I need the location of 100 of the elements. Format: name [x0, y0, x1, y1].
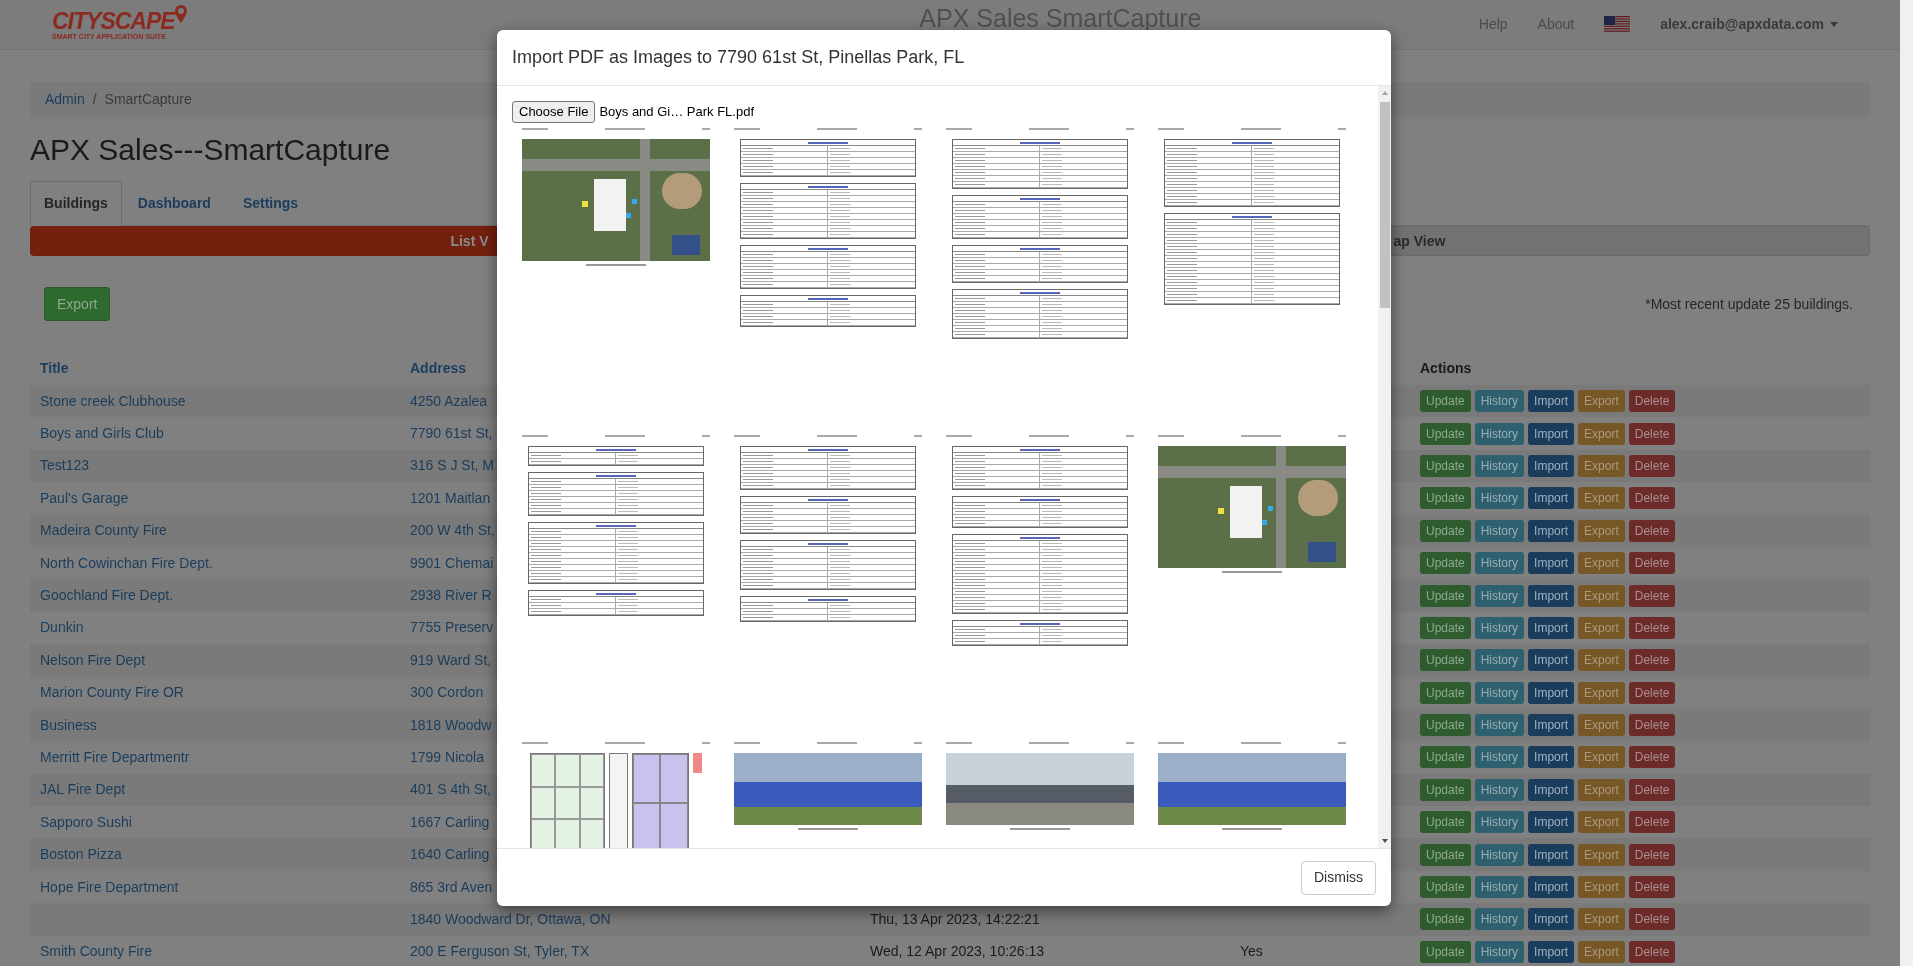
export-button[interactable]: Export	[1578, 778, 1625, 801]
update-button[interactable]: Update	[1420, 714, 1471, 737]
history-button[interactable]: History	[1474, 681, 1525, 704]
update-button[interactable]: Update	[1420, 390, 1471, 413]
address-cell[interactable]: 7790 61st St,	[410, 425, 493, 442]
tab[interactable]: Dashboard	[121, 181, 227, 225]
delete-button[interactable]: Delete	[1628, 876, 1676, 899]
breadcrumb-link[interactable]: Admin	[45, 89, 85, 110]
address-cell[interactable]: 1840 Woodward Dr, Ottawa, ON	[410, 910, 611, 927]
us-flag-icon[interactable]	[1604, 16, 1631, 33]
history-button[interactable]: History	[1474, 649, 1525, 672]
delete-button[interactable]: Delete	[1628, 843, 1676, 866]
delete-button[interactable]: Delete	[1628, 519, 1676, 542]
address-cell[interactable]: 1818 Woodw	[410, 716, 492, 733]
update-button[interactable]: Update	[1420, 584, 1471, 607]
title-cell[interactable]: Hope Fire Department	[40, 878, 179, 895]
delete-button[interactable]: Delete	[1628, 552, 1676, 575]
history-button[interactable]: History	[1474, 422, 1525, 445]
import-button[interactable]: Import	[1528, 422, 1575, 445]
import-button[interactable]: Import	[1528, 681, 1575, 704]
history-button[interactable]: History	[1474, 487, 1525, 510]
address-cell[interactable]: 4250 Azalea	[410, 392, 488, 409]
address-cell[interactable]: 7755 Preserv	[410, 619, 494, 636]
title-cell[interactable]: JAL Fire Dept	[40, 781, 126, 798]
update-button[interactable]: Update	[1420, 843, 1471, 866]
export-button[interactable]: Export	[1578, 843, 1625, 866]
history-button[interactable]: History	[1474, 552, 1525, 575]
update-button[interactable]: Update	[1420, 552, 1471, 575]
import-button[interactable]: Import	[1528, 390, 1575, 413]
import-button[interactable]: Import	[1528, 616, 1575, 639]
import-button[interactable]: Import	[1528, 584, 1575, 607]
export-button[interactable]: Export	[1578, 714, 1625, 737]
dismiss-button[interactable]: Dismiss	[1301, 860, 1376, 895]
address-cell[interactable]: 300 Cordon	[410, 684, 484, 701]
delete-button[interactable]: Delete	[1628, 811, 1676, 834]
export-button[interactable]: Export	[1578, 616, 1625, 639]
history-button[interactable]: History	[1474, 584, 1525, 607]
history-button[interactable]: History	[1474, 843, 1525, 866]
update-button[interactable]: Update	[1420, 454, 1471, 477]
title-cell[interactable]: Boston Pizza	[40, 846, 122, 863]
delete-button[interactable]: Delete	[1628, 454, 1676, 477]
tab[interactable]: Settings	[226, 181, 315, 225]
export-button[interactable]: Export	[1578, 876, 1625, 899]
title-cell[interactable]: Nelson Fire Dept	[40, 651, 146, 668]
history-button[interactable]: History	[1474, 616, 1525, 639]
delete-button[interactable]: Delete	[1628, 746, 1676, 769]
import-button[interactable]: Import	[1528, 908, 1575, 931]
delete-button[interactable]: Delete	[1628, 940, 1676, 963]
import-button[interactable]: Import	[1528, 778, 1575, 801]
export-button[interactable]: Export	[1578, 519, 1625, 542]
import-button[interactable]: Import	[1528, 714, 1575, 737]
history-button[interactable]: History	[1474, 778, 1525, 801]
delete-button[interactable]: Delete	[1628, 487, 1676, 510]
import-button[interactable]: Import	[1528, 519, 1575, 542]
address-cell[interactable]: 200 W 4th St,	[410, 522, 495, 539]
title-cell[interactable]: Paul's Garage	[40, 489, 129, 506]
address-cell[interactable]: 316 S J St, M	[410, 457, 495, 474]
update-button[interactable]: Update	[1420, 681, 1471, 704]
title-cell[interactable]: Business	[40, 716, 97, 733]
import-button[interactable]: Import	[1528, 746, 1575, 769]
update-button[interactable]: Update	[1420, 422, 1471, 445]
import-button[interactable]: Import	[1528, 876, 1575, 899]
history-button[interactable]: History	[1474, 940, 1525, 963]
dialog-scrollbar[interactable]	[1378, 86, 1391, 848]
update-button[interactable]: Update	[1420, 811, 1471, 834]
delete-button[interactable]: Delete	[1628, 390, 1676, 413]
delete-button[interactable]: Delete	[1628, 908, 1676, 931]
user-menu[interactable]: alex.craib@apxdata.com	[1660, 14, 1838, 35]
import-button[interactable]: Import	[1528, 649, 1575, 672]
delete-button[interactable]: Delete	[1628, 681, 1676, 704]
history-button[interactable]: History	[1474, 390, 1525, 413]
history-button[interactable]: History	[1474, 811, 1525, 834]
update-button[interactable]: Update	[1420, 908, 1471, 931]
export-button[interactable]: Export	[1578, 584, 1625, 607]
address-cell[interactable]: 865 3rd Aven	[410, 878, 493, 895]
title-cell[interactable]: Madeira County Fire	[40, 522, 167, 539]
address-cell[interactable]: 1640 Carling	[410, 846, 490, 863]
delete-button[interactable]: Delete	[1628, 584, 1676, 607]
export-button[interactable]: Export	[1578, 552, 1625, 575]
export-button[interactable]: Export	[1578, 811, 1625, 834]
export-button[interactable]: Export	[1578, 746, 1625, 769]
history-button[interactable]: History	[1474, 876, 1525, 899]
address-cell[interactable]: 9901 Chemai	[410, 554, 494, 571]
title-cell[interactable]: Test123	[40, 457, 90, 474]
update-button[interactable]: Update	[1420, 487, 1471, 510]
title-cell[interactable]: Sapporo Sushi	[40, 813, 132, 830]
page-scrollbar[interactable]	[1900, 0, 1913, 966]
import-button[interactable]: Import	[1528, 454, 1575, 477]
address-cell[interactable]: 1799 Nicola	[410, 749, 484, 765]
address-cell[interactable]: 200 E Ferguson St, Tyler, TX	[410, 943, 590, 960]
scroll-thumb[interactable]	[1379, 102, 1390, 308]
import-button[interactable]: Import	[1528, 552, 1575, 575]
delete-button[interactable]: Delete	[1628, 616, 1676, 639]
delete-button[interactable]: Delete	[1628, 778, 1676, 801]
export-button[interactable]: Export	[44, 287, 111, 321]
title-cell[interactable]: Marion County Fire OR	[40, 684, 184, 701]
update-button[interactable]: Update	[1420, 519, 1471, 542]
title-cell[interactable]: Dunkin	[40, 619, 84, 636]
export-button[interactable]: Export	[1578, 681, 1625, 704]
delete-button[interactable]: Delete	[1628, 714, 1676, 737]
